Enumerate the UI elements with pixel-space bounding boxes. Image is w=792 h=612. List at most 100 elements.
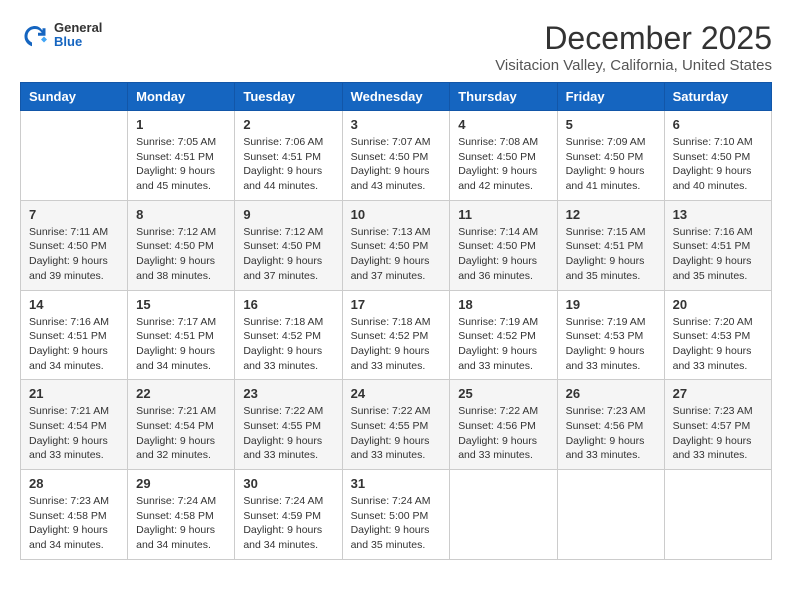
day-number: 2 xyxy=(243,117,333,132)
day-info: Sunrise: 7:12 AMSunset: 4:50 PMDaylight:… xyxy=(136,225,226,284)
logo-blue: Blue xyxy=(54,35,102,49)
day-number: 1 xyxy=(136,117,226,132)
day-number: 3 xyxy=(351,117,442,132)
calendar-cell: 21 Sunrise: 7:21 AMSunset: 4:54 PMDayligh… xyxy=(21,380,128,470)
day-info: Sunrise: 7:22 AMSunset: 4:56 PMDaylight:… xyxy=(458,404,548,463)
day-number: 4 xyxy=(458,117,548,132)
col-thursday: Thursday xyxy=(450,83,557,111)
calendar-week-row: 7 Sunrise: 7:11 AMSunset: 4:50 PMDaylight… xyxy=(21,200,772,290)
day-number: 8 xyxy=(136,207,226,222)
day-info: Sunrise: 7:17 AMSunset: 4:51 PMDaylight:… xyxy=(136,315,226,374)
day-number: 28 xyxy=(29,476,119,491)
calendar-cell: 31Sunrise: 7:24 AMSunset: 5:00 PMDayligh… xyxy=(342,470,450,560)
day-info: Sunrise: 7:12 AMSunset: 4:50 PMDaylight:… xyxy=(243,225,333,284)
day-info: Sunrise: 7:11 AMSunset: 4:50 PMDaylight:… xyxy=(29,225,119,284)
calendar-cell: 1 Sunrise: 7:05 AMSunset: 4:51 PMDaylight… xyxy=(128,111,235,201)
calendar-cell: 9Sunrise: 7:12 AMSunset: 4:50 PMDaylight… xyxy=(235,200,342,290)
col-sunday: Sunday xyxy=(21,83,128,111)
day-number: 12 xyxy=(566,207,656,222)
day-number: 17 xyxy=(351,297,442,312)
calendar-cell xyxy=(450,470,557,560)
calendar-cell: 18 Sunrise: 7:19 AMSunset: 4:52 PMDayligh… xyxy=(450,290,557,380)
day-number: 14 xyxy=(29,297,119,312)
day-number: 31 xyxy=(351,476,442,491)
logo-general: General xyxy=(54,21,102,35)
calendar-cell: 29 Sunrise: 7:24 AMSunset: 4:58 PMDayligh… xyxy=(128,470,235,560)
calendar-cell: 24 Sunrise: 7:22 AMSunset: 4:55 PMDayligh… xyxy=(342,380,450,470)
calendar-cell: 2Sunrise: 7:06 AMSunset: 4:51 PMDaylight… xyxy=(235,111,342,201)
col-wednesday: Wednesday xyxy=(342,83,450,111)
calendar-table: Sunday Monday Tuesday Wednesday Thursday… xyxy=(20,82,772,560)
day-info: Sunrise: 7:22 AMSunset: 4:55 PMDaylight:… xyxy=(243,404,333,463)
calendar-cell: 19 Sunrise: 7:19 AMSunset: 4:53 PMDayligh… xyxy=(557,290,664,380)
day-info: Sunrise: 7:21 AMSunset: 4:54 PMDaylight:… xyxy=(29,404,119,463)
day-number: 11 xyxy=(458,207,548,222)
day-number: 16 xyxy=(243,297,333,312)
day-info: Sunrise: 7:18 AMSunset: 4:52 PMDaylight:… xyxy=(351,315,442,374)
calendar-cell: 16 Sunrise: 7:18 AMSunset: 4:52 PMDayligh… xyxy=(235,290,342,380)
col-monday: Monday xyxy=(128,83,235,111)
page-header: General Blue December 2025 Visitacion Va… xyxy=(20,20,772,74)
calendar-week-row: 14 Sunrise: 7:16 AMSunset: 4:51 PMDayligh… xyxy=(21,290,772,380)
logo: General Blue xyxy=(20,20,102,50)
day-number: 21 xyxy=(29,386,119,401)
calendar-cell: 14 Sunrise: 7:16 AMSunset: 4:51 PMDayligh… xyxy=(21,290,128,380)
calendar-cell: 7 Sunrise: 7:11 AMSunset: 4:50 PMDaylight… xyxy=(21,200,128,290)
day-info: Sunrise: 7:21 AMSunset: 4:54 PMDaylight:… xyxy=(136,404,226,463)
calendar-cell: 4Sunrise: 7:08 AMSunset: 4:50 PMDaylight… xyxy=(450,111,557,201)
day-info: Sunrise: 7:23 AMSunset: 4:58 PMDaylight:… xyxy=(29,494,119,553)
day-number: 27 xyxy=(673,386,763,401)
day-info: Sunrise: 7:19 AMSunset: 4:52 PMDaylight:… xyxy=(458,315,548,374)
calendar-cell: 22 Sunrise: 7:21 AMSunset: 4:54 PMDayligh… xyxy=(128,380,235,470)
calendar-cell: 17 Sunrise: 7:18 AMSunset: 4:52 PMDayligh… xyxy=(342,290,450,380)
day-info: Sunrise: 7:24 AMSunset: 4:58 PMDaylight:… xyxy=(136,494,226,553)
day-number: 10 xyxy=(351,207,442,222)
month-title: December 2025 xyxy=(495,20,772,57)
day-info: Sunrise: 7:19 AMSunset: 4:53 PMDaylight:… xyxy=(566,315,656,374)
day-number: 23 xyxy=(243,386,333,401)
calendar-cell: 23 Sunrise: 7:22 AMSunset: 4:55 PMDayligh… xyxy=(235,380,342,470)
calendar-cell: 15 Sunrise: 7:17 AMSunset: 4:51 PMDayligh… xyxy=(128,290,235,380)
calendar-cell: 5Sunrise: 7:09 AMSunset: 4:50 PMDaylight… xyxy=(557,111,664,201)
calendar-cell: 8 Sunrise: 7:12 AMSunset: 4:50 PMDaylight… xyxy=(128,200,235,290)
day-info: Sunrise: 7:23 AMSunset: 4:56 PMDaylight:… xyxy=(566,404,656,463)
calendar-cell: 11 Sunrise: 7:14 AMSunset: 4:50 PMDayligh… xyxy=(450,200,557,290)
calendar-cell: 3Sunrise: 7:07 AMSunset: 4:50 PMDaylight… xyxy=(342,111,450,201)
day-number: 13 xyxy=(673,207,763,222)
day-number: 7 xyxy=(29,207,119,222)
day-info: Sunrise: 7:14 AMSunset: 4:50 PMDaylight:… xyxy=(458,225,548,284)
day-number: 18 xyxy=(458,297,548,312)
day-info: Sunrise: 7:05 AMSunset: 4:51 PMDaylight:… xyxy=(136,135,226,194)
day-number: 20 xyxy=(673,297,763,312)
calendar-cell: 27Sunrise: 7:23 AMSunset: 4:57 PMDayligh… xyxy=(664,380,771,470)
day-info: Sunrise: 7:22 AMSunset: 4:55 PMDaylight:… xyxy=(351,404,442,463)
day-info: Sunrise: 7:24 AMSunset: 4:59 PMDaylight:… xyxy=(243,494,333,553)
day-number: 15 xyxy=(136,297,226,312)
day-info: Sunrise: 7:16 AMSunset: 4:51 PMDaylight:… xyxy=(673,225,763,284)
day-number: 26 xyxy=(566,386,656,401)
day-number: 5 xyxy=(566,117,656,132)
day-number: 24 xyxy=(351,386,442,401)
calendar-cell: 20Sunrise: 7:20 AMSunset: 4:53 PMDayligh… xyxy=(664,290,771,380)
logo-icon xyxy=(20,20,50,50)
day-info: Sunrise: 7:13 AMSunset: 4:50 PMDaylight:… xyxy=(351,225,442,284)
day-info: Sunrise: 7:16 AMSunset: 4:51 PMDaylight:… xyxy=(29,315,119,374)
calendar-cell: 6Sunrise: 7:10 AMSunset: 4:50 PMDaylight… xyxy=(664,111,771,201)
day-number: 22 xyxy=(136,386,226,401)
col-tuesday: Tuesday xyxy=(235,83,342,111)
logo-text: General Blue xyxy=(54,21,102,50)
calendar-cell xyxy=(664,470,771,560)
col-friday: Friday xyxy=(557,83,664,111)
calendar-cell: 30 Sunrise: 7:24 AMSunset: 4:59 PMDayligh… xyxy=(235,470,342,560)
day-info: Sunrise: 7:15 AMSunset: 4:51 PMDaylight:… xyxy=(566,225,656,284)
day-number: 19 xyxy=(566,297,656,312)
calendar-cell: 10 Sunrise: 7:13 AMSunset: 4:50 PMDayligh… xyxy=(342,200,450,290)
calendar-cell: 26 Sunrise: 7:23 AMSunset: 4:56 PMDayligh… xyxy=(557,380,664,470)
day-number: 29 xyxy=(136,476,226,491)
day-info: Sunrise: 7:18 AMSunset: 4:52 PMDaylight:… xyxy=(243,315,333,374)
calendar-week-row: 28 Sunrise: 7:23 AMSunset: 4:58 PMDayligh… xyxy=(21,470,772,560)
day-number: 30 xyxy=(243,476,333,491)
calendar-week-row: 21 Sunrise: 7:21 AMSunset: 4:54 PMDayligh… xyxy=(21,380,772,470)
calendar-cell: 13 Sunrise: 7:16 AMSunset: 4:51 PMDayligh… xyxy=(664,200,771,290)
day-info: Sunrise: 7:10 AMSunset: 4:50 PMDaylight:… xyxy=(673,135,763,194)
